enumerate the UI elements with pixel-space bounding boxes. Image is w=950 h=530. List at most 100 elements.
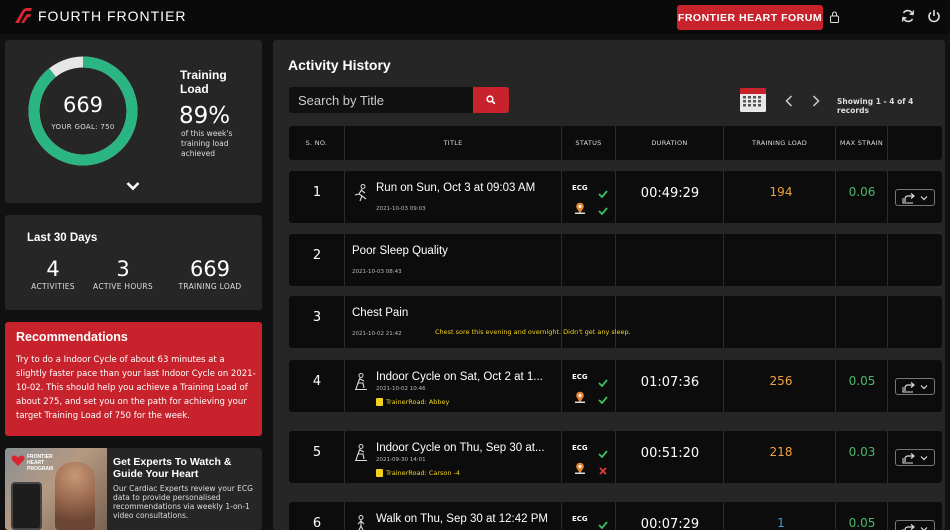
activity-source: TrainerRoad: Abbey	[376, 398, 449, 406]
column-divider	[561, 502, 562, 530]
refresh-icon[interactable]	[901, 9, 915, 23]
recommendations-panel: Recommendations Try to do a Indoor Cycle…	[5, 322, 262, 436]
promo-phone-image	[11, 482, 42, 530]
stat-value: 4	[46, 257, 60, 281]
check-icon	[598, 443, 608, 459]
ecg-status-label: ECG	[572, 373, 588, 381]
ecg-status-label: ECG	[572, 184, 588, 192]
column-header[interactable]: STATUS	[562, 126, 616, 160]
promo-image: FRONTIER HEART PROGRAM	[5, 448, 107, 530]
column-divider	[561, 360, 562, 412]
promo-text: Our Cardiac Experts review your ECG data…	[113, 484, 253, 520]
activity-max-strain: 0.03	[848, 445, 876, 459]
column-divider	[887, 360, 888, 412]
activity-title[interactable]: Chest Pain	[352, 307, 408, 319]
table-row[interactable]: 3 Chest Pain 2021-10-02 21:42 Chest sore th…	[289, 296, 942, 348]
lock-icon[interactable]	[829, 11, 840, 23]
activity-date: 2021-10-03 09:03	[376, 206, 426, 212]
share-icon	[896, 523, 936, 530]
last-30-days-panel: Last 30 Days 4 ACTIVITIES 3 ACTIVE HOURS…	[5, 215, 262, 310]
share-dropdown-button[interactable]	[895, 378, 935, 395]
activity-date: 2021-09-30 14:01	[376, 457, 426, 463]
last-30-days-title: Last 30 Days	[27, 232, 98, 244]
brand-logo-icon	[15, 8, 32, 23]
expert-promo-panel[interactable]: FRONTIER HEART PROGRAM Get Experts To Wa…	[5, 448, 262, 530]
activity-title[interactable]: Indoor Cycle on Sat, Oct 2 at 1...	[376, 371, 543, 383]
activity-max-strain: 0.05	[848, 374, 876, 388]
column-divider	[887, 171, 888, 223]
check-icon	[598, 183, 608, 199]
column-header[interactable]: DURATION	[616, 126, 724, 160]
brand[interactable]: FOURTH FRONTIER	[14, 8, 187, 24]
training-load-panel: 669 YOUR GOAL: 750 Training Load 89% of …	[5, 40, 262, 203]
table-row[interactable]: 5 Indoor Cycle on Thu, Sep 30 at... 2021-0…	[289, 431, 942, 483]
share-dropdown-button[interactable]	[895, 189, 935, 206]
training-load-goal: YOUR GOAL: 750	[51, 123, 115, 131]
activity-training-load: 194	[769, 185, 793, 199]
activity-title[interactable]: Poor Sleep Quality	[352, 245, 448, 257]
table-row[interactable]: 1 Run on Sun, Oct 3 at 09:03 AM 2021-10-03…	[289, 171, 942, 223]
cycle-icon	[353, 444, 369, 462]
activity-history-title: Activity History	[288, 57, 391, 73]
table-row[interactable]: 2 Poor Sleep Quality 2021-10-03 08:43	[289, 234, 942, 286]
search-input[interactable]	[289, 87, 473, 113]
activity-duration: 01:07:36	[640, 375, 700, 390]
promo-person-image	[55, 462, 95, 530]
activity-title[interactable]: Indoor Cycle on Thu, Sep 30 at...	[376, 442, 545, 454]
stat-active-hours: 3 ACTIVE HOURS	[91, 257, 155, 291]
promo-title: Get Experts To Watch & Guide Your Heart	[113, 456, 232, 480]
recommendations-title: Recommendations	[16, 330, 128, 344]
row-number: 1	[312, 185, 322, 200]
column-header[interactable]: TITLE	[345, 126, 562, 160]
activity-note: Chest sore this evening and overnight. D…	[435, 328, 631, 336]
check-icon	[598, 514, 608, 530]
training-load-value: 669	[62, 93, 104, 117]
column-divider	[723, 296, 724, 348]
location-pin-icon	[575, 459, 585, 474]
activity-duration: 00:51:20	[640, 446, 700, 461]
records-count: Showing 1 - 4 of 4 records	[837, 97, 914, 115]
activity-source: TrainerRoad: Carson -4	[376, 469, 460, 477]
column-header[interactable]: MAX STRAIN	[836, 126, 888, 160]
table-row[interactable]: 6 Walk on Thu, Sep 30 at 12:42 PM ECG 00:07…	[289, 502, 942, 530]
power-icon[interactable]	[927, 9, 941, 23]
row-number: 3	[312, 310, 322, 325]
training-load-percent: 89%	[179, 103, 231, 129]
activity-source-label: TrainerRoad: Carson -4	[386, 469, 461, 477]
frontier-heart-forum-button[interactable]: FRONTIER HEART FORUM	[677, 5, 823, 30]
activity-date: 2021-10-02 10:46	[376, 386, 426, 392]
activity-title[interactable]: Walk on Thu, Sep 30 at 12:42 PM	[376, 513, 548, 525]
calendar-icon[interactable]	[739, 86, 767, 113]
table-header: S. NO. TITLE STATUS DURATION TRAINING LO…	[289, 126, 942, 160]
row-number: 4	[312, 374, 322, 389]
column-divider	[887, 431, 888, 483]
activity-training-load: 1	[777, 516, 785, 530]
column-header[interactable]: TRAINING LOAD	[724, 126, 836, 160]
search-icon	[486, 95, 496, 105]
chevron-right-icon[interactable]	[812, 95, 820, 107]
stat-label: ACTIVITIES	[31, 282, 75, 291]
activity-title[interactable]: Run on Sun, Oct 3 at 09:03 AM	[376, 182, 535, 194]
share-dropdown-button[interactable]	[895, 520, 935, 530]
check-icon	[598, 372, 608, 388]
column-header[interactable]: S. NO.	[289, 126, 345, 160]
table-row[interactable]: 4 Indoor Cycle on Sat, Oct 2 at 1... 2021-…	[289, 360, 942, 412]
column-divider	[561, 431, 562, 483]
activity-duration: 00:07:29	[640, 517, 700, 530]
activity-source-label: TrainerRoad: Abbey	[386, 398, 450, 406]
share-icon	[896, 381, 936, 400]
location-pin-icon	[575, 199, 585, 214]
column-divider	[835, 296, 836, 348]
run-icon	[353, 184, 369, 202]
check-icon	[598, 389, 608, 405]
activity-history-panel: Activity History Showing 1 - 4 of 4 reco…	[273, 40, 945, 530]
search-button[interactable]	[473, 87, 509, 113]
share-dropdown-button[interactable]	[895, 449, 935, 466]
chevron-left-icon[interactable]	[785, 95, 793, 107]
stat-value: 669	[189, 257, 231, 281]
activity-max-strain: 0.06	[848, 185, 876, 199]
chevron-down-icon[interactable]	[126, 181, 140, 191]
column-divider	[561, 171, 562, 223]
activity-duration: 00:49:29	[640, 186, 700, 201]
stat-label: ACTIVE HOURS	[93, 282, 153, 291]
